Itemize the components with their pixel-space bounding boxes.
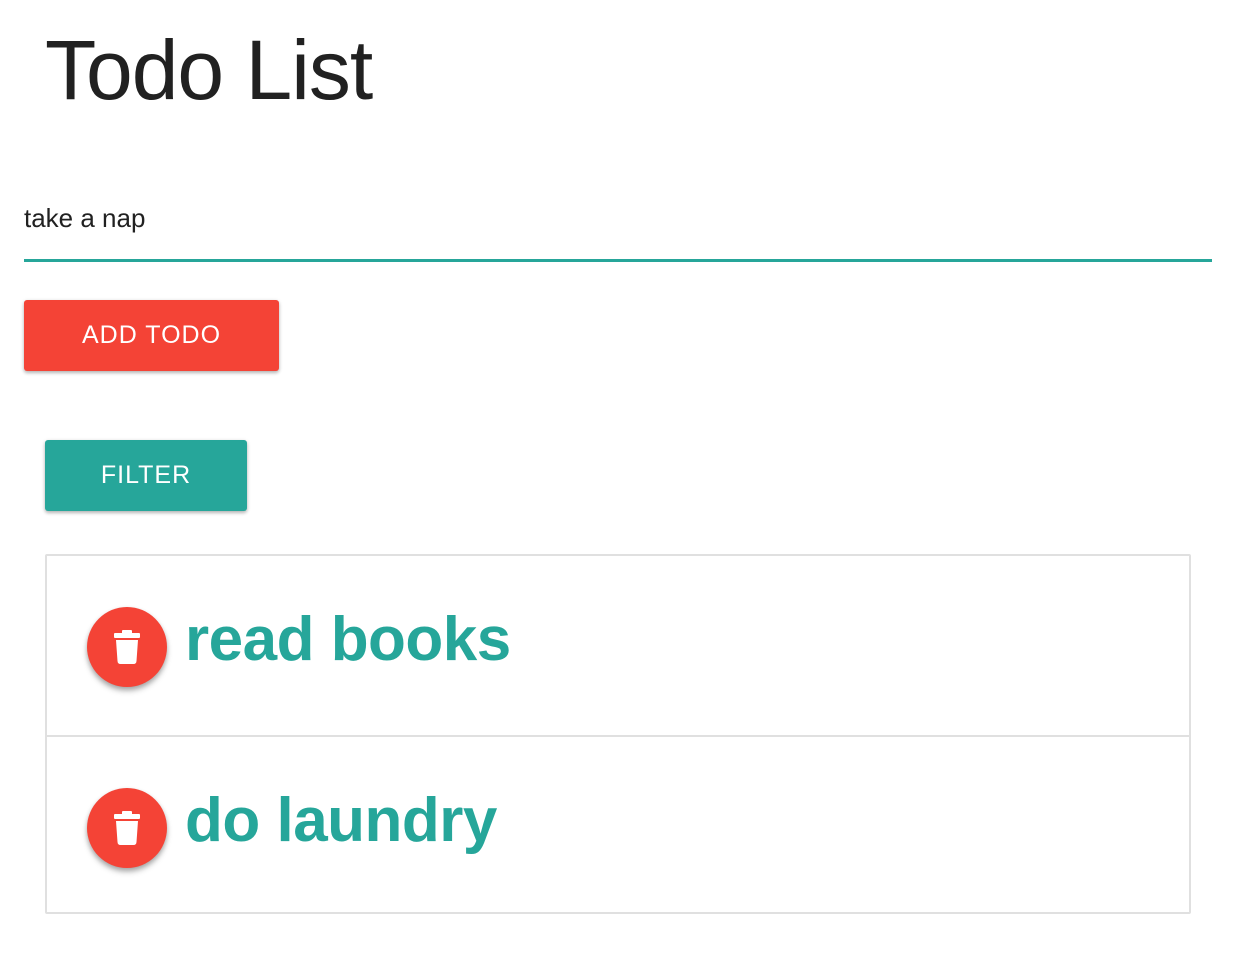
page-title: Todo List (45, 23, 373, 117)
add-todo-button[interactable]: ADD TODO (24, 300, 279, 371)
todo-input-container (24, 190, 1212, 262)
delete-todo-button[interactable] (87, 788, 167, 868)
trash-icon (114, 811, 140, 845)
todo-item: do laundry (47, 735, 1189, 914)
trash-icon (114, 630, 140, 664)
delete-todo-button[interactable] (87, 607, 167, 687)
todo-input[interactable] (24, 198, 1212, 238)
filter-button-label: FILTER (100, 461, 192, 489)
todo-item: read books (47, 556, 1189, 735)
todo-text: read books (185, 605, 511, 674)
todo-text: do laundry (185, 786, 497, 855)
filter-button[interactable]: FILTER (45, 440, 247, 511)
add-todo-button-label: ADD TODO (81, 321, 222, 349)
todo-list: read books do laundry (45, 554, 1191, 914)
